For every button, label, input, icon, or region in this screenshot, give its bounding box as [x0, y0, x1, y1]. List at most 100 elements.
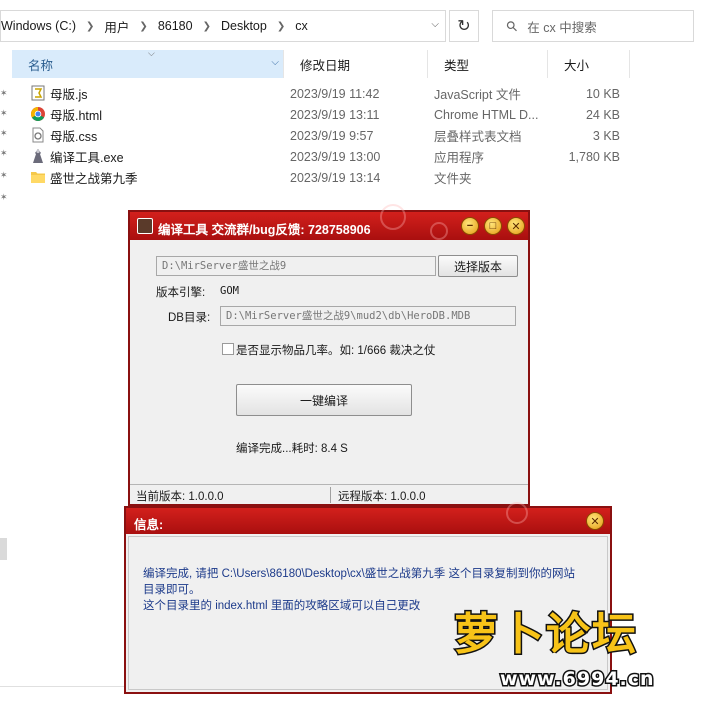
decorative-swirl [506, 502, 528, 524]
divider [0, 686, 130, 687]
file-type: Chrome HTML D... [434, 107, 539, 122]
exe-icon [33, 149, 43, 163]
file-type: 层叠样式表文档 [434, 130, 522, 144]
file-date: 2023/9/19 13:14 [290, 170, 381, 185]
compile-button[interactable]: 一键编译 [236, 384, 412, 416]
close-icon: ✕ [590, 515, 600, 528]
decorative-swirl [430, 222, 448, 240]
watermark-url: www.6994.cn [499, 667, 656, 692]
pin-icon: ✶ [0, 170, 8, 180]
css-file-icon [32, 127, 44, 143]
close-button[interactable]: ✕ [586, 512, 604, 530]
info-line: 编译完成, 请把 C:\Users\86180\Desktop\cx\盛世之战第… [143, 568, 575, 580]
chevron-right-icon[interactable]: ❯ [82, 21, 104, 32]
file-date: 2023/9/19 11:42 [290, 86, 380, 101]
chevron-right-icon[interactable]: ❯ [135, 21, 157, 32]
compiler-titlebar[interactable]: 编译工具 交流群/bug反馈: 728758906 − □ ✕ [130, 204, 528, 240]
info-line: 目录即可。 [143, 584, 201, 596]
file-date: 2023/9/19 13:00 [290, 149, 381, 164]
decorative-swirl [380, 204, 406, 230]
window-title: 编译工具 交流群/bug反馈: 728758906 [158, 223, 371, 237]
select-version-button[interactable]: 选择版本 [438, 255, 518, 277]
list-item[interactable]: 母版.js 2023/9/19 11:42 JavaScript 文件 10 K… [12, 83, 632, 104]
folder-icon [31, 172, 45, 183]
refresh-icon: ↻ [457, 18, 471, 35]
file-size: 1,780 KB [568, 149, 620, 164]
breadcrumb-drive[interactable]: Windows (C:) [1, 19, 82, 33]
info-title: 信息: [134, 518, 164, 532]
list-item[interactable]: 母版.html 2023/9/19 13:11 Chrome HTML D...… [12, 104, 632, 125]
column-size-label: 大小 [564, 58, 590, 73]
pin-icon: ✶ [0, 108, 8, 118]
file-size: 10 KB [585, 86, 620, 101]
file-type: JavaScript 文件 [434, 88, 521, 102]
pin-icon: ✶ [0, 192, 8, 202]
chevron-down-icon[interactable]: ⌵ [431, 19, 439, 30]
search-icon: ⚲ [502, 16, 522, 35]
version-path-field[interactable]: D:\MirServer盛世之战9 [156, 256, 436, 276]
db-label: DB目录: [168, 312, 211, 324]
list-item[interactable]: 盛世之战第九季 2023/9/19 13:14 文件夹 [12, 167, 632, 188]
column-name-label: 名称 [28, 58, 54, 73]
chevron-down-icon[interactable]: ⌵ [271, 57, 279, 68]
column-header: ⌵ 名称 ⌵ 修改日期 类型 大小 [12, 48, 630, 78]
compiler-window: 编译工具 交流群/bug反馈: 728758906 − □ ✕ D:\MirSe… [128, 204, 530, 506]
chevron-right-icon[interactable]: ❯ [199, 21, 221, 32]
column-size[interactable]: 大小 [548, 50, 630, 78]
compiler-body: D:\MirServer盛世之战9 选择版本 版本引擎: GOM DB目录: D… [130, 240, 528, 504]
chrome-icon [31, 107, 45, 121]
column-date[interactable]: 修改日期 [284, 50, 428, 78]
address-bar[interactable]: Windows (C:) ❯ 用户 ❯ 86180 ❯ Desktop ❯ cx… [0, 10, 446, 42]
file-type: 应用程序 [434, 151, 485, 165]
breadcrumb-cx[interactable]: cx [295, 19, 314, 33]
status-bar: 当前版本: 1.0.0.0 远程版本: 1.0.0.0 [130, 484, 528, 504]
file-name: 编译工具.exe [50, 151, 124, 165]
search-placeholder: 在 cx 中搜索 [527, 20, 597, 35]
app-icon [137, 218, 153, 234]
list-item[interactable]: 编译工具.exe 2023/9/19 13:00 应用程序 1,780 KB [12, 146, 632, 167]
file-name: 母版.css [50, 130, 98, 144]
info-titlebar[interactable]: 信息: ✕ [126, 502, 610, 534]
file-size: 3 KB [592, 128, 620, 143]
file-size: 24 KB [585, 107, 620, 122]
status-divider [330, 487, 331, 503]
engine-label: 版本引擎: [156, 287, 206, 299]
breadcrumb-users[interactable]: 用户 [104, 17, 135, 36]
column-name[interactable]: ⌵ 名称 ⌵ [12, 48, 284, 78]
watermark-brand: 萝卜论坛 [453, 608, 638, 662]
column-type[interactable]: 类型 [428, 50, 548, 78]
file-type: 文件夹 [434, 172, 472, 186]
column-type-label: 类型 [444, 58, 470, 73]
chevron-right-icon[interactable]: ❯ [273, 21, 295, 32]
minimize-button[interactable]: − [461, 217, 479, 235]
close-button[interactable]: ✕ [507, 217, 525, 235]
file-name: 盛世之战第九季 [50, 172, 138, 186]
pin-icon: ✶ [0, 148, 8, 158]
breadcrumb-user[interactable]: 86180 [158, 19, 199, 33]
sort-caret-icon: ⌵ [148, 48, 155, 58]
pin-icon: ✶ [0, 128, 8, 138]
js-file-icon [31, 85, 45, 101]
close-icon: ✕ [511, 220, 521, 233]
file-date: 2023/9/19 13:11 [290, 107, 380, 122]
db-path-field[interactable]: D:\MirServer盛世之战9\mud2\db\HeroDB.MDB [220, 306, 516, 326]
refresh-button[interactable]: ↻ [449, 10, 479, 42]
compile-result: 编译完成...耗时: 8.4 S [236, 443, 348, 455]
breadcrumb-desktop[interactable]: Desktop [221, 19, 273, 33]
minimize-icon: − [466, 220, 474, 232]
pin-icon: ✶ [0, 88, 8, 98]
watermark: 萝卜论坛 www.6994.cn [452, 598, 686, 698]
file-name: 母版.js [50, 88, 88, 102]
search-input[interactable]: ⚲ 在 cx 中搜索 [492, 10, 694, 42]
column-date-label: 修改日期 [300, 58, 351, 73]
current-version: 当前版本: 1.0.0.0 [136, 491, 224, 503]
list-item[interactable]: 母版.css 2023/9/19 9:57 层叠样式表文档 3 KB [12, 125, 632, 146]
info-line: 这个目录里的 index.html 里面的攻略区域可以自己更改 [143, 600, 421, 612]
checkbox-label: 是否显示物品几率。如: 1/666 裁决之仗 [236, 345, 436, 357]
maximize-button[interactable]: □ [484, 217, 502, 235]
remote-version: 远程版本: 1.0.0.0 [338, 491, 426, 503]
file-name: 母版.html [50, 109, 103, 123]
nav-scrollbar[interactable] [0, 538, 7, 560]
show-drop-rate-checkbox[interactable] [222, 343, 234, 355]
file-date: 2023/9/19 9:57 [290, 128, 374, 143]
